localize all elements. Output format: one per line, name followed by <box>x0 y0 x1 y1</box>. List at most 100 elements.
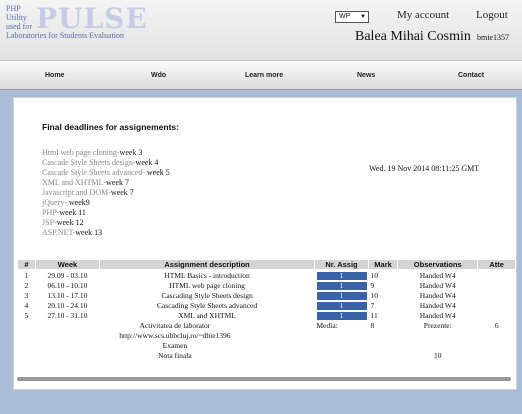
column-header: Assignment description <box>99 259 316 270</box>
nav-contact[interactable]: Contact <box>458 72 484 79</box>
nav-learn-more[interactable]: Learn more <box>245 72 283 79</box>
language-select[interactable]: WP ▼ <box>335 11 369 23</box>
table-header-row: # Week Assignment description Nr. Assig … <box>17 259 516 270</box>
nav-wdo[interactable]: Wdo <box>151 72 166 79</box>
row-attendance <box>478 300 516 310</box>
empty-cell <box>18 350 36 360</box>
column-header: Week <box>34 259 101 270</box>
assig-bar: 1 <box>316 311 367 320</box>
deadline-item: ASP.NET-week 13 <box>42 228 170 238</box>
empty-cell <box>18 340 36 350</box>
row-week: 27.10 - 31.10 <box>47 310 88 320</box>
logout-link[interactable]: Logout <box>476 9 508 21</box>
deadline-item: Javascript and DOM-week 7 <box>42 188 170 198</box>
row-description: HTML web page cloning <box>169 280 245 290</box>
url-row: http://www.scs.ubbcluj.ro/~dbie1396 <box>18 330 516 340</box>
deadline-week: week 3 <box>119 148 143 157</box>
activity-row: Activitatea de laborator Media: 8 Prezen… <box>18 320 516 330</box>
column-header: Atte <box>477 259 516 270</box>
row-week: 29.09 - 03.10 <box>47 270 88 280</box>
assig-cell: 1 <box>315 280 369 290</box>
deadline-item: Cascade Style Sheets design-week 4 <box>42 158 170 168</box>
language-select-value: WP <box>339 13 351 20</box>
deadline-week: week 4 <box>135 158 159 167</box>
row-mark: 10 <box>370 270 379 280</box>
deadline-topic: Javascript and DOM- <box>42 188 111 197</box>
row-number: 5 <box>24 310 29 320</box>
row-number: 2 <box>24 280 29 290</box>
row-attendance <box>478 280 516 290</box>
deadline-item: JSP-week 12 <box>42 218 170 228</box>
assig-bar: 1 <box>316 271 367 280</box>
empty-cell <box>315 330 516 340</box>
nota-value: 10 <box>434 350 442 360</box>
assig-bar: 1 <box>316 291 367 300</box>
table-row: 2 06.10 - 10.10 HTML web page cloning 1 … <box>18 280 516 290</box>
column-header: Nr. Assig <box>314 259 370 270</box>
header: PHP Utility used for Laboratories for St… <box>0 0 522 61</box>
deadline-item: Cascade Style Sheets advanced- week 5 <box>42 168 170 178</box>
row-observation: Handed W4 <box>419 270 456 280</box>
table-row: 1 29.09 - 03.10 HTML Basics - introducti… <box>18 270 516 281</box>
column-header: Observations <box>397 259 479 270</box>
empty-cell <box>315 350 398 360</box>
deadline-week: week 5 <box>146 168 170 177</box>
row-mark: 11 <box>370 310 378 320</box>
empty-cell <box>18 330 36 340</box>
logo: PULSE <box>36 2 148 35</box>
row-number: 4 <box>24 300 29 310</box>
row-week: 20.10 - 24.10 <box>47 300 88 310</box>
column-header: # <box>17 259 36 270</box>
deadline-list: Html web page cloning-week 3 Cascade Sty… <box>42 148 170 238</box>
deadline-item: XML and XHTML-week 7 <box>42 178 170 188</box>
my-account-link[interactable]: My account <box>397 9 449 21</box>
row-week: 13.10 - 17.10 <box>47 290 88 300</box>
assig-bar: 1 <box>316 301 367 310</box>
deadline-topic: jQuery- <box>42 198 69 207</box>
deadline-topic: XML and XHTML- <box>42 178 107 187</box>
examen-label: Examen <box>162 340 188 350</box>
row-mark: 7 <box>370 300 375 310</box>
lab-url[interactable]: http://www.scs.ubbcluj.ro/~dbie1396 <box>35 330 314 340</box>
deadline-topic: JSP- <box>42 218 57 227</box>
deadlines-title: Final deadlines for assignements: <box>42 122 179 132</box>
row-attendance <box>478 290 516 300</box>
row-observation: Handed W4 <box>419 290 456 300</box>
table-row: 5 27.10 - 31.10 XML and XHTML 1 11 Hande… <box>18 310 516 320</box>
nav-home[interactable]: Home <box>45 72 64 79</box>
assig-cell: 1 <box>315 300 369 310</box>
user-name: Balea Mihai Cosmin <box>355 29 471 44</box>
row-description: Cascading Style Sheets advanced <box>156 300 258 310</box>
main-nav: Home Wdo Learn more News Contact <box>0 61 522 90</box>
deadline-week: week 12 <box>56 218 84 227</box>
assig-bar: 1 <box>316 281 367 290</box>
row-description: Cascading Style Sheets design <box>161 290 253 300</box>
deadline-topic: ASP.NET- <box>42 228 76 237</box>
row-number: 1 <box>24 270 29 280</box>
table-row: 3 13.10 - 17.10 Cascading Style Sheets d… <box>18 290 516 300</box>
activity-label: Activitatea de laborator <box>139 320 211 330</box>
deadline-topic: Cascade Style Sheets design- <box>42 158 136 167</box>
nav-news[interactable]: News <box>357 72 375 79</box>
examen-row: Examen <box>18 340 516 350</box>
row-attendance <box>478 270 516 281</box>
horizontal-scrollbar[interactable] <box>17 377 511 381</box>
row-mark: 9 <box>370 280 375 290</box>
row-attendance <box>478 310 516 320</box>
grades-table-container[interactable]: # Week Assignment description Nr. Assig … <box>17 259 516 367</box>
chevron-down-icon: ▼ <box>360 14 366 20</box>
deadline-topic: Html web page cloning- <box>42 148 120 157</box>
deadline-topic: PHP- <box>42 208 60 217</box>
content-panel: Final deadlines for assignements: Html w… <box>13 97 517 390</box>
row-week: 06.10 - 10.10 <box>47 280 88 290</box>
prezente-label: Prezente: <box>423 320 452 330</box>
row-description: HTML Basics - introduction <box>164 270 250 280</box>
row-mark: 10 <box>370 290 379 300</box>
deadline-week: week 7 <box>106 178 130 187</box>
assig-cell: 1 <box>315 270 369 281</box>
grades-table: # Week Assignment description Nr. Assig … <box>17 259 516 360</box>
user-id: bmie1357 <box>477 33 509 42</box>
empty-cell <box>478 350 516 360</box>
deadline-item: Html web page cloning-week 3 <box>42 148 170 158</box>
deadline-item: jQuery- week9 <box>42 198 170 208</box>
